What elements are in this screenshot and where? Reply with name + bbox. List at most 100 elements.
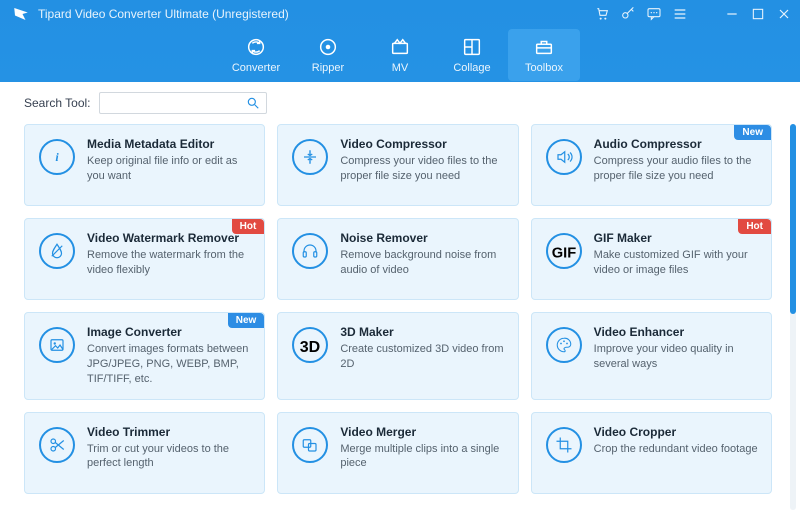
collage-icon [461,36,483,58]
minimize-icon[interactable] [724,6,740,22]
search-row: Search Tool: [0,82,800,120]
tab-label: Ripper [312,62,344,74]
scrollbar-thumb[interactable] [790,124,796,314]
tool-desc: Make customized GIF with your video or i… [594,248,759,278]
headphones-icon [292,233,328,269]
tool-text: Noise Remover Remove background noise fro… [340,231,505,278]
speech-bubble-icon[interactable] [646,6,662,22]
search-input[interactable] [106,94,246,112]
image-icon [39,327,75,363]
app-header: Tipard Video Converter Ultimate (Unregis… [0,0,800,82]
toolbox-icon [533,36,555,58]
mv-icon [389,36,411,58]
maximize-icon[interactable] [750,6,766,22]
tool-title: Noise Remover [340,231,505,245]
tool-desc: Merge multiple clips into a single piece [340,442,505,472]
tool-card-video-merger[interactable]: Video Merger Merge multiple clips into a … [277,412,518,494]
hamburger-icon[interactable] [672,6,688,22]
tool-text: Video Merger Merge multiple clips into a … [340,425,505,472]
tool-title: GIF Maker [594,231,759,245]
tool-desc: Improve your video quality in several wa… [594,342,759,372]
tool-desc: Remove background noise from audio of vi… [340,248,505,278]
tool-title: Video Merger [340,425,505,439]
tool-title: Video Cropper [594,425,758,439]
tab-ripper[interactable]: Ripper [292,29,364,81]
tool-card-gif-maker[interactable]: Hot GIF GIF Maker Make customized GIF with … [531,218,772,300]
svg-text:GIF: GIF [551,245,575,261]
title-bar: Tipard Video Converter Ultimate (Unregis… [0,0,800,28]
tool-text: Video Compressor Compress your video file… [340,137,505,184]
close-icon[interactable] [776,6,792,22]
tool-desc: Crop the redundant video footage [594,442,758,457]
tab-mv[interactable]: MV [364,29,436,81]
app-logo-icon [12,5,30,23]
tool-card-video-trimmer[interactable]: Video Trimmer Trim or cut your videos to … [24,412,265,494]
scroll-area: i Media Metadata Editor Keep original file… [24,124,792,510]
cart-icon[interactable] [594,6,610,22]
tool-desc: Remove the watermark from the video flex… [87,248,252,278]
tool-title: Image Converter [87,325,252,339]
hot-badge: Hot [232,219,265,234]
tool-text: Media Metadata Editor Keep original file … [87,137,252,184]
tool-title: Audio Compressor [594,137,759,151]
tool-desc: Create customized 3D video from 2D [340,342,505,372]
tool-title: Video Compressor [340,137,505,151]
tool-card-audio-compressor[interactable]: NewAudio Compressor Compress your audio f… [531,124,772,206]
gif-icon: GIF [546,233,582,269]
tool-card-image-converter[interactable]: NewImage ConverterConvert images formats… [24,312,265,400]
tool-text: Video Enhancer Improve your video quality… [594,325,759,372]
tab-toolbox[interactable]: Toolbox [508,29,580,81]
tool-text: Video Cropper Crop the redundant video fo… [594,425,758,457]
tool-text: 3D Maker Create customized 3D video from … [340,325,505,372]
app-title: Tipard Video Converter Ultimate (Unregis… [38,7,289,21]
search-input-wrap[interactable] [99,92,267,114]
search-icon[interactable] [246,96,260,110]
tab-label: Toolbox [525,62,563,74]
new-badge: New [734,125,771,140]
tab-label: MV [392,62,409,74]
tool-card-video-compressor[interactable]: Video Compressor Compress your video file… [277,124,518,206]
logo: Tipard Video Converter Ultimate (Unregis… [12,5,289,23]
converter-icon [245,36,267,58]
tab-collage[interactable]: Collage [436,29,508,81]
titlebar-actions [594,6,792,22]
merge-icon [292,427,328,463]
tool-text: Video Watermark Remover Remove the waterm… [87,231,252,278]
tool-title: Video Watermark Remover [87,231,252,245]
tool-desc: Compress your audio files to the proper … [594,154,759,184]
new-badge: New [228,313,265,328]
tool-desc: Trim or cut your videos to the perfect l… [87,442,252,472]
tool-card-video-enhancer[interactable]: Video Enhancer Improve your video quality… [531,312,772,400]
tool-card-noise-remover[interactable]: Noise Remover Remove background noise fro… [277,218,518,300]
tool-desc: Compress your video files to the proper … [340,154,505,184]
tool-desc: Keep original file info or edit as you w… [87,154,252,184]
tool-title: 3D Maker [340,325,505,339]
search-label: Search Tool: [24,96,91,110]
tool-card-video-watermark-remover[interactable]: HotVideo Watermark Remover Remove the wat… [24,218,265,300]
tool-card-video-cropper[interactable]: Video Cropper Crop the redundant video fo… [531,412,772,494]
tool-text: Image ConverterConvert images formats be… [87,325,252,387]
tool-grid: i Media Metadata Editor Keep original file… [24,124,772,494]
tool-text: GIF Maker Make customized GIF with your v… [594,231,759,278]
svg-text:i: i [55,150,59,164]
hot-badge: Hot [738,219,771,234]
svg-text:3D: 3D [300,339,320,356]
tool-title: Video Enhancer [594,325,759,339]
tab-label: Converter [232,62,280,74]
main-tabs: Converter Ripper MV Collage Toolbox [0,28,800,82]
tool-card-media-metadata-editor[interactable]: i Media Metadata Editor Keep original file… [24,124,265,206]
tool-title: Video Trimmer [87,425,252,439]
info-icon: i [39,139,75,175]
ripper-icon [317,36,339,58]
crop-icon [546,427,582,463]
tool-text: Audio Compressor Compress your audio file… [594,137,759,184]
three-d-icon: 3D [292,327,328,363]
tab-converter[interactable]: Converter [220,29,292,81]
toolbox-content: i Media Metadata Editor Keep original file… [0,120,800,518]
key-icon[interactable] [620,6,636,22]
tool-title: Media Metadata Editor [87,137,252,151]
tab-label: Collage [453,62,490,74]
palette-icon [546,327,582,363]
compress-icon [292,139,328,175]
tool-card-3d-maker[interactable]: 3D 3D Maker Create customized 3D video fro… [277,312,518,400]
